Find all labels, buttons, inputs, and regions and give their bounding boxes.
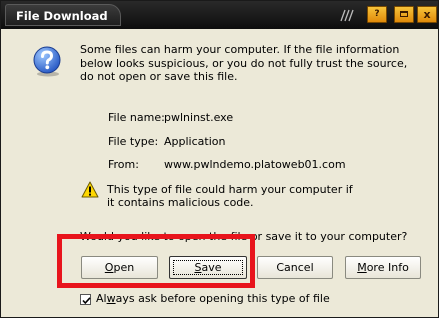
more-info-mnemonic: M bbox=[357, 261, 367, 274]
always-ask-mnemonic: w bbox=[106, 292, 116, 305]
file-from-value: www.pwlndemo.platoweb01.com bbox=[164, 158, 346, 171]
file-download-dialog: File Download ? x Some files can harm yo… bbox=[0, 0, 439, 318]
title-bar[interactable]: File Download ? x bbox=[1, 1, 438, 29]
warning-message: Some files can harm your computer. If th… bbox=[80, 43, 408, 83]
focus-ring bbox=[173, 260, 243, 275]
cancel-button[interactable]: Cancel bbox=[257, 256, 333, 279]
more-info-button[interactable]: More Info bbox=[345, 256, 421, 279]
danger-message: This type of file could harm your comput… bbox=[107, 183, 353, 209]
file-name-label: File name: bbox=[108, 111, 165, 124]
save-prompt: Would you like to open the file or save … bbox=[80, 230, 408, 243]
window-title: File Download bbox=[5, 4, 121, 26]
close-icon: x bbox=[423, 8, 431, 21]
question-icon bbox=[33, 46, 61, 77]
help-icon: ? bbox=[374, 9, 380, 19]
file-type-label: File type: bbox=[108, 135, 159, 148]
always-ask-label: ays ask before opening this type of file bbox=[115, 292, 330, 305]
save-button[interactable]: Save bbox=[169, 256, 247, 279]
always-ask-row[interactable]: Always ask before opening this type of f… bbox=[80, 292, 330, 306]
open-button[interactable]: Open bbox=[81, 256, 158, 279]
close-button[interactable]: x bbox=[417, 6, 437, 23]
maximize-button[interactable] bbox=[394, 6, 414, 23]
more-info-label: ore Info bbox=[366, 261, 409, 274]
checkmark-icon bbox=[82, 296, 91, 304]
help-button[interactable]: ? bbox=[367, 6, 387, 23]
always-ask-prefix: Al bbox=[96, 292, 107, 305]
warning-triangle-icon bbox=[81, 181, 99, 198]
always-ask-checkbox[interactable] bbox=[80, 293, 91, 305]
file-from-label: From: bbox=[108, 158, 139, 171]
file-name-value: pwlninst.exe bbox=[164, 111, 234, 124]
open-label: pen bbox=[113, 261, 135, 274]
maximize-icon bbox=[400, 11, 408, 17]
file-type-value: Application bbox=[164, 135, 226, 148]
drag-grip-icon[interactable] bbox=[339, 9, 357, 22]
